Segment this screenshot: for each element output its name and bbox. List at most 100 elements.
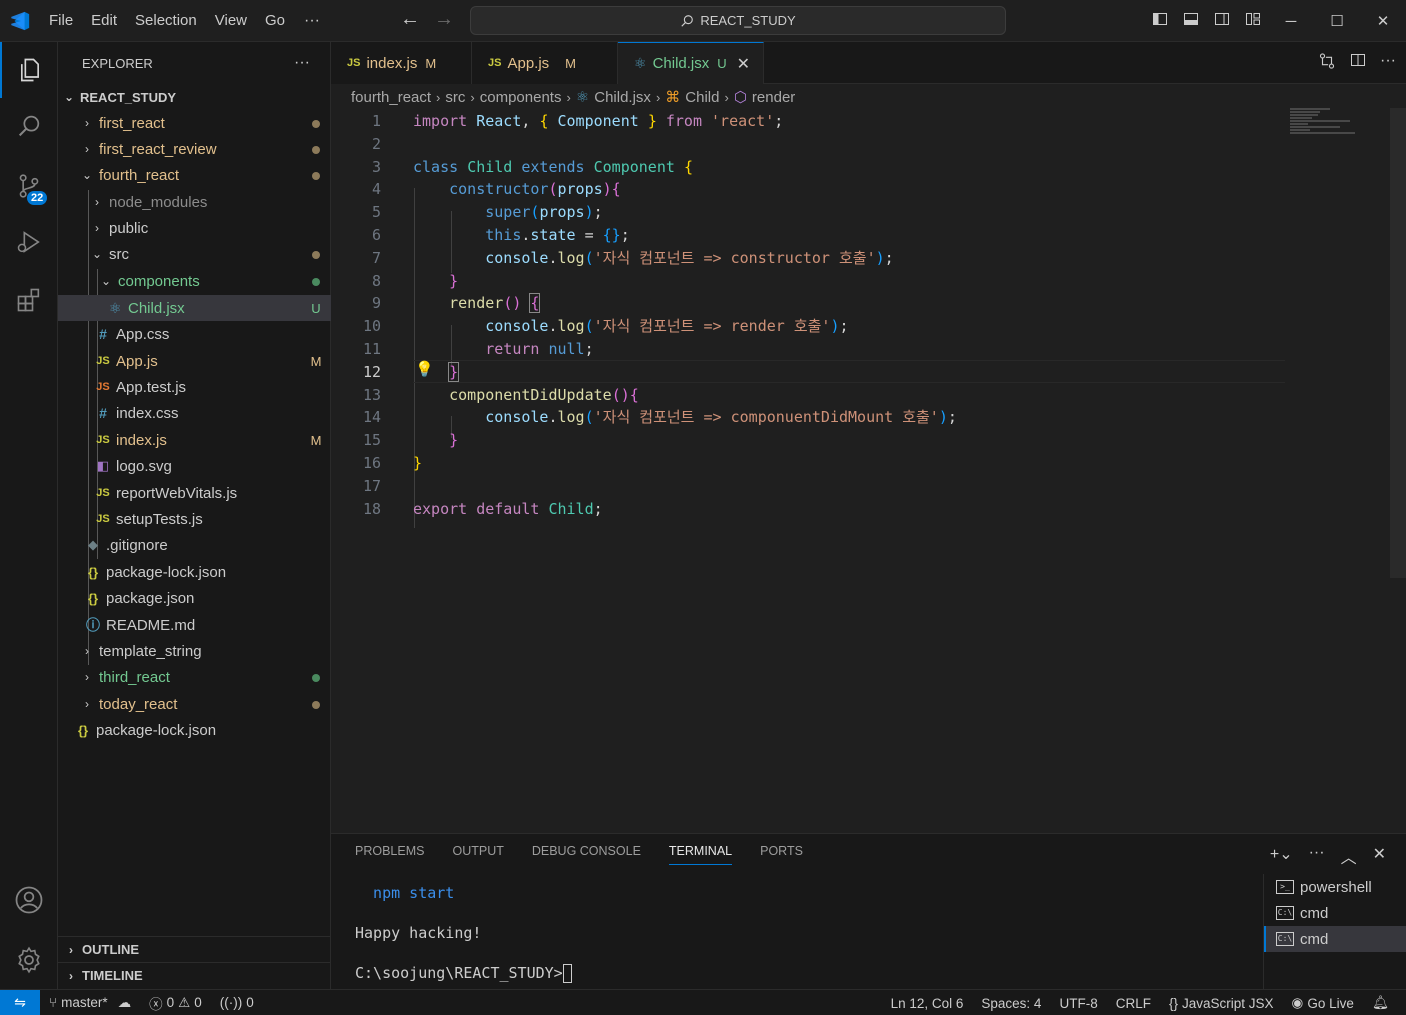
file-child-jsx[interactable]: ⚛ Child.jsx U [58, 295, 331, 321]
breadcrumb-item[interactable]: src [445, 89, 465, 106]
remote-indicator-icon[interactable]: ⇋ [0, 989, 40, 1015]
terminal-item-cmd-active[interactable]: C:\ cmd [1264, 926, 1406, 952]
breadcrumb-item[interactable]: components [480, 89, 562, 106]
file-package-json[interactable]: {} package.json [58, 585, 331, 611]
terminal-output[interactable]: npm start Happy hacking! C:\soojung\REAC… [355, 884, 572, 1004]
toggle-secondary-sidebar-icon[interactable] [1206, 11, 1237, 32]
minimap[interactable] [1290, 108, 1360, 148]
folder-first-react[interactable]: › first_react [58, 110, 331, 136]
toggle-panel-icon[interactable] [1175, 11, 1206, 32]
menu-edit[interactable]: Edit [82, 12, 126, 29]
tree-item-label: components [118, 272, 200, 290]
customize-layout-icon[interactable] [1237, 11, 1268, 32]
folder-today-react[interactable]: › today_react [58, 691, 331, 717]
terminal-item-cmd[interactable]: C:\ cmd [1264, 900, 1406, 926]
maximize-icon[interactable]: ☐ [1314, 12, 1360, 30]
file-index-css[interactable]: # index.css [58, 400, 331, 426]
breadcrumb-item[interactable]: Child [685, 89, 719, 106]
close-tab-icon[interactable]: ✕ [737, 54, 750, 74]
untracked-dot-icon [301, 670, 331, 685]
open-changes-icon[interactable] [1318, 52, 1336, 75]
folder-src[interactable]: ⌄ src [58, 241, 331, 267]
language-mode[interactable]: {} JavaScript JSX [1160, 996, 1283, 1011]
command-center-search[interactable]: REACT_STUDY [470, 6, 1006, 35]
tab-index-js[interactable]: JS index.js M [331, 42, 472, 84]
problems-status[interactable]: ⓧ 0 ⚠ 0 [140, 993, 211, 1013]
code-editor[interactable]: 1 import React, { Component } from 'reac… [331, 108, 1391, 833]
folder-node-modules[interactable]: › node_modules [58, 189, 331, 215]
toggle-primary-sidebar-icon[interactable] [1144, 11, 1175, 32]
cursor-position[interactable]: Ln 12, Col 6 [882, 996, 973, 1011]
forward-arrow-icon[interactable]: → [434, 8, 454, 31]
end-of-line[interactable]: CRLF [1107, 996, 1160, 1011]
tab-terminal[interactable]: TERMINAL [668, 844, 733, 865]
explorer-icon[interactable] [0, 42, 58, 98]
ports-status[interactable]: ((·)) 0 [211, 995, 263, 1010]
file-package-lock-json[interactable]: {} package-lock.json [58, 559, 331, 585]
new-terminal-icon[interactable]: +⌄ [1270, 844, 1293, 868]
terminal-item-powershell[interactable]: >_ powershell [1264, 874, 1406, 900]
editor-more-icon[interactable]: ··· [1380, 52, 1396, 75]
maximize-panel-icon[interactable]: ︿ [1341, 844, 1357, 868]
file-index-js[interactable]: JS index.js M [58, 427, 331, 453]
folder-public[interactable]: › public [58, 215, 331, 241]
run-debug-icon[interactable] [0, 214, 58, 270]
tab-problems[interactable]: PROBLEMS [355, 844, 424, 865]
code-line: 10 console.log('자식 컴포넌트 => render 호출'); [331, 314, 1391, 337]
file-reportwebvitals-js[interactable]: JS reportWebVitals.js [58, 480, 331, 506]
css-file-icon: # [99, 405, 107, 421]
explorer-more-button[interactable]: ··· [294, 54, 310, 72]
breadcrumb-item[interactable]: render [752, 89, 795, 106]
source-control-icon[interactable]: 22 [0, 158, 58, 214]
tab-app-js[interactable]: JS App.js M [472, 42, 618, 84]
split-editor-icon[interactable] [1350, 52, 1366, 75]
menu-more-button[interactable]: ··· [294, 12, 330, 30]
file-readme-md[interactable]: ⓘ README.md [58, 612, 331, 638]
folder-first-react-review[interactable]: › first_react_review [58, 136, 331, 162]
indentation[interactable]: Spaces: 4 [972, 996, 1050, 1011]
tab-debug-console[interactable]: DEBUG CONSOLE [532, 844, 641, 865]
back-arrow-icon[interactable]: ← [400, 8, 420, 31]
search-view-icon[interactable] [0, 98, 58, 154]
git-branch-status[interactable]: ⑂ master* ☁ [40, 995, 140, 1011]
line-number: 17 [362, 476, 381, 495]
close-window-icon[interactable]: ✕ [1360, 12, 1406, 30]
folder-fourth-react[interactable]: ⌄ fourth_react [58, 162, 331, 188]
file-root-package-lock-json[interactable]: {} package-lock.json [58, 717, 331, 743]
minimize-icon[interactable]: ─ [1268, 13, 1314, 30]
timeline-section[interactable]: › TIMELINE [58, 962, 331, 988]
tree-item-label: package-lock.json [106, 563, 227, 581]
file-gitignore[interactable]: ◆ .gitignore [58, 532, 331, 558]
file-logo-svg[interactable]: ◧ logo.svg [58, 453, 331, 479]
tab-child-jsx[interactable]: ⚛ Child.jsx U ✕ [618, 42, 764, 84]
folder-components[interactable]: ⌄ components [58, 268, 331, 294]
editor-scrollbar[interactable] [1390, 108, 1406, 578]
encoding[interactable]: UTF-8 [1050, 996, 1106, 1011]
folder-template-string[interactable]: › template_string [58, 638, 331, 664]
tab-output[interactable]: OUTPUT [452, 844, 503, 865]
breadcrumb-item[interactable]: Child.jsx [594, 89, 651, 106]
folder-third-react[interactable]: › third_react [58, 664, 331, 690]
menu-go[interactable]: Go [256, 12, 294, 29]
code-line: 16 } [331, 451, 1391, 474]
outline-section[interactable]: › OUTLINE [58, 936, 331, 962]
accounts-icon[interactable] [0, 872, 58, 928]
menu-selection[interactable]: Selection [126, 12, 206, 29]
file-app-css[interactable]: # App.css [58, 321, 331, 347]
workspace-root[interactable]: ⌄ REACT_STUDY [58, 84, 331, 110]
close-panel-icon[interactable]: ✕ [1373, 844, 1386, 868]
string-literal: '자식 컴포넌트 => render 호출' [593, 317, 831, 335]
notifications-bell-icon[interactable]: 🔔︎ [1363, 995, 1398, 1011]
file-setuptests-js[interactable]: JS setupTests.js [58, 506, 331, 532]
settings-gear-icon[interactable] [0, 932, 58, 988]
extensions-icon[interactable] [0, 272, 58, 328]
file-app-js[interactable]: JS App.js M [58, 348, 331, 374]
file-app-test-js[interactable]: JS App.test.js [58, 374, 331, 400]
panel-more-icon[interactable]: ··· [1309, 844, 1325, 868]
breadcrumb-item[interactable]: fourth_react [351, 89, 431, 106]
go-live-button[interactable]: ◉ Go Live [1283, 995, 1363, 1011]
menu-view[interactable]: View [206, 12, 256, 29]
menu-file[interactable]: File [40, 12, 82, 29]
tab-ports[interactable]: PORTS [760, 844, 803, 865]
line-number: 6 [371, 225, 381, 244]
